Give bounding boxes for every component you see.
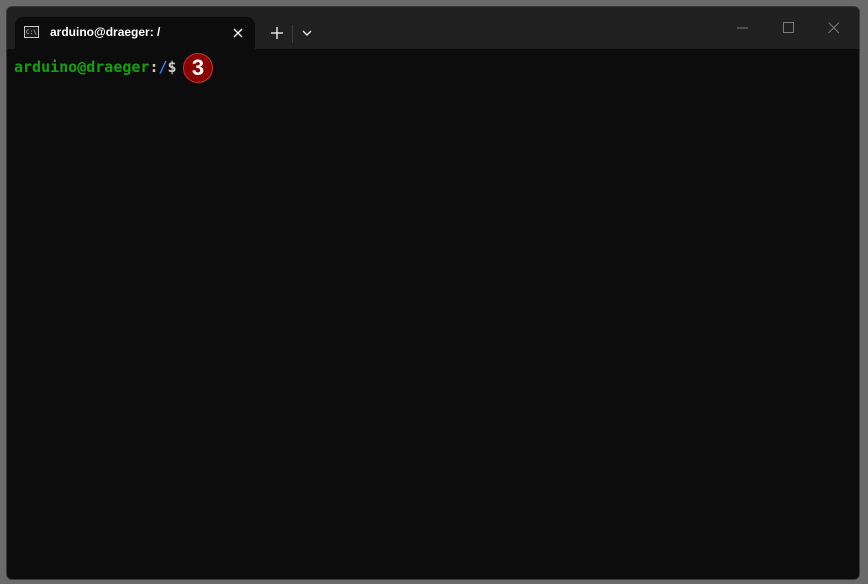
step-number-badge: 3 — [183, 53, 213, 83]
terminal-window: C:\ arduino@draeger: / arduino@draeger:/… — [6, 6, 860, 580]
tab-title: arduino@draeger: / — [50, 25, 161, 39]
prompt-colon: : — [149, 58, 159, 76]
tab-dropdown-button[interactable] — [297, 21, 317, 45]
tab-separator — [292, 25, 293, 43]
svg-text:C:\: C:\ — [26, 29, 37, 36]
new-tab-button[interactable] — [265, 21, 289, 45]
shell-prompt: arduino@draeger:/$ — [14, 58, 177, 76]
close-button[interactable] — [812, 13, 856, 43]
terminal-content[interactable]: arduino@draeger:/$ 3 — [7, 49, 859, 579]
close-icon — [828, 22, 840, 34]
maximize-icon — [783, 22, 794, 33]
prompt-path: / — [158, 58, 168, 76]
maximize-button[interactable] — [767, 13, 811, 43]
chevron-down-icon — [302, 30, 312, 36]
prompt-dollar: $ — [167, 58, 177, 76]
tab-terminal[interactable]: C:\ arduino@draeger: / — [15, 17, 255, 49]
prompt-user: arduino@draeger — [14, 58, 150, 76]
plus-icon — [271, 27, 283, 39]
terminal-icon: C:\ — [24, 26, 39, 38]
tab-close-icon[interactable] — [229, 24, 247, 42]
title-bar: C:\ arduino@draeger: / — [7, 7, 859, 49]
minimize-icon — [737, 27, 748, 29]
minimize-button[interactable] — [721, 13, 765, 43]
